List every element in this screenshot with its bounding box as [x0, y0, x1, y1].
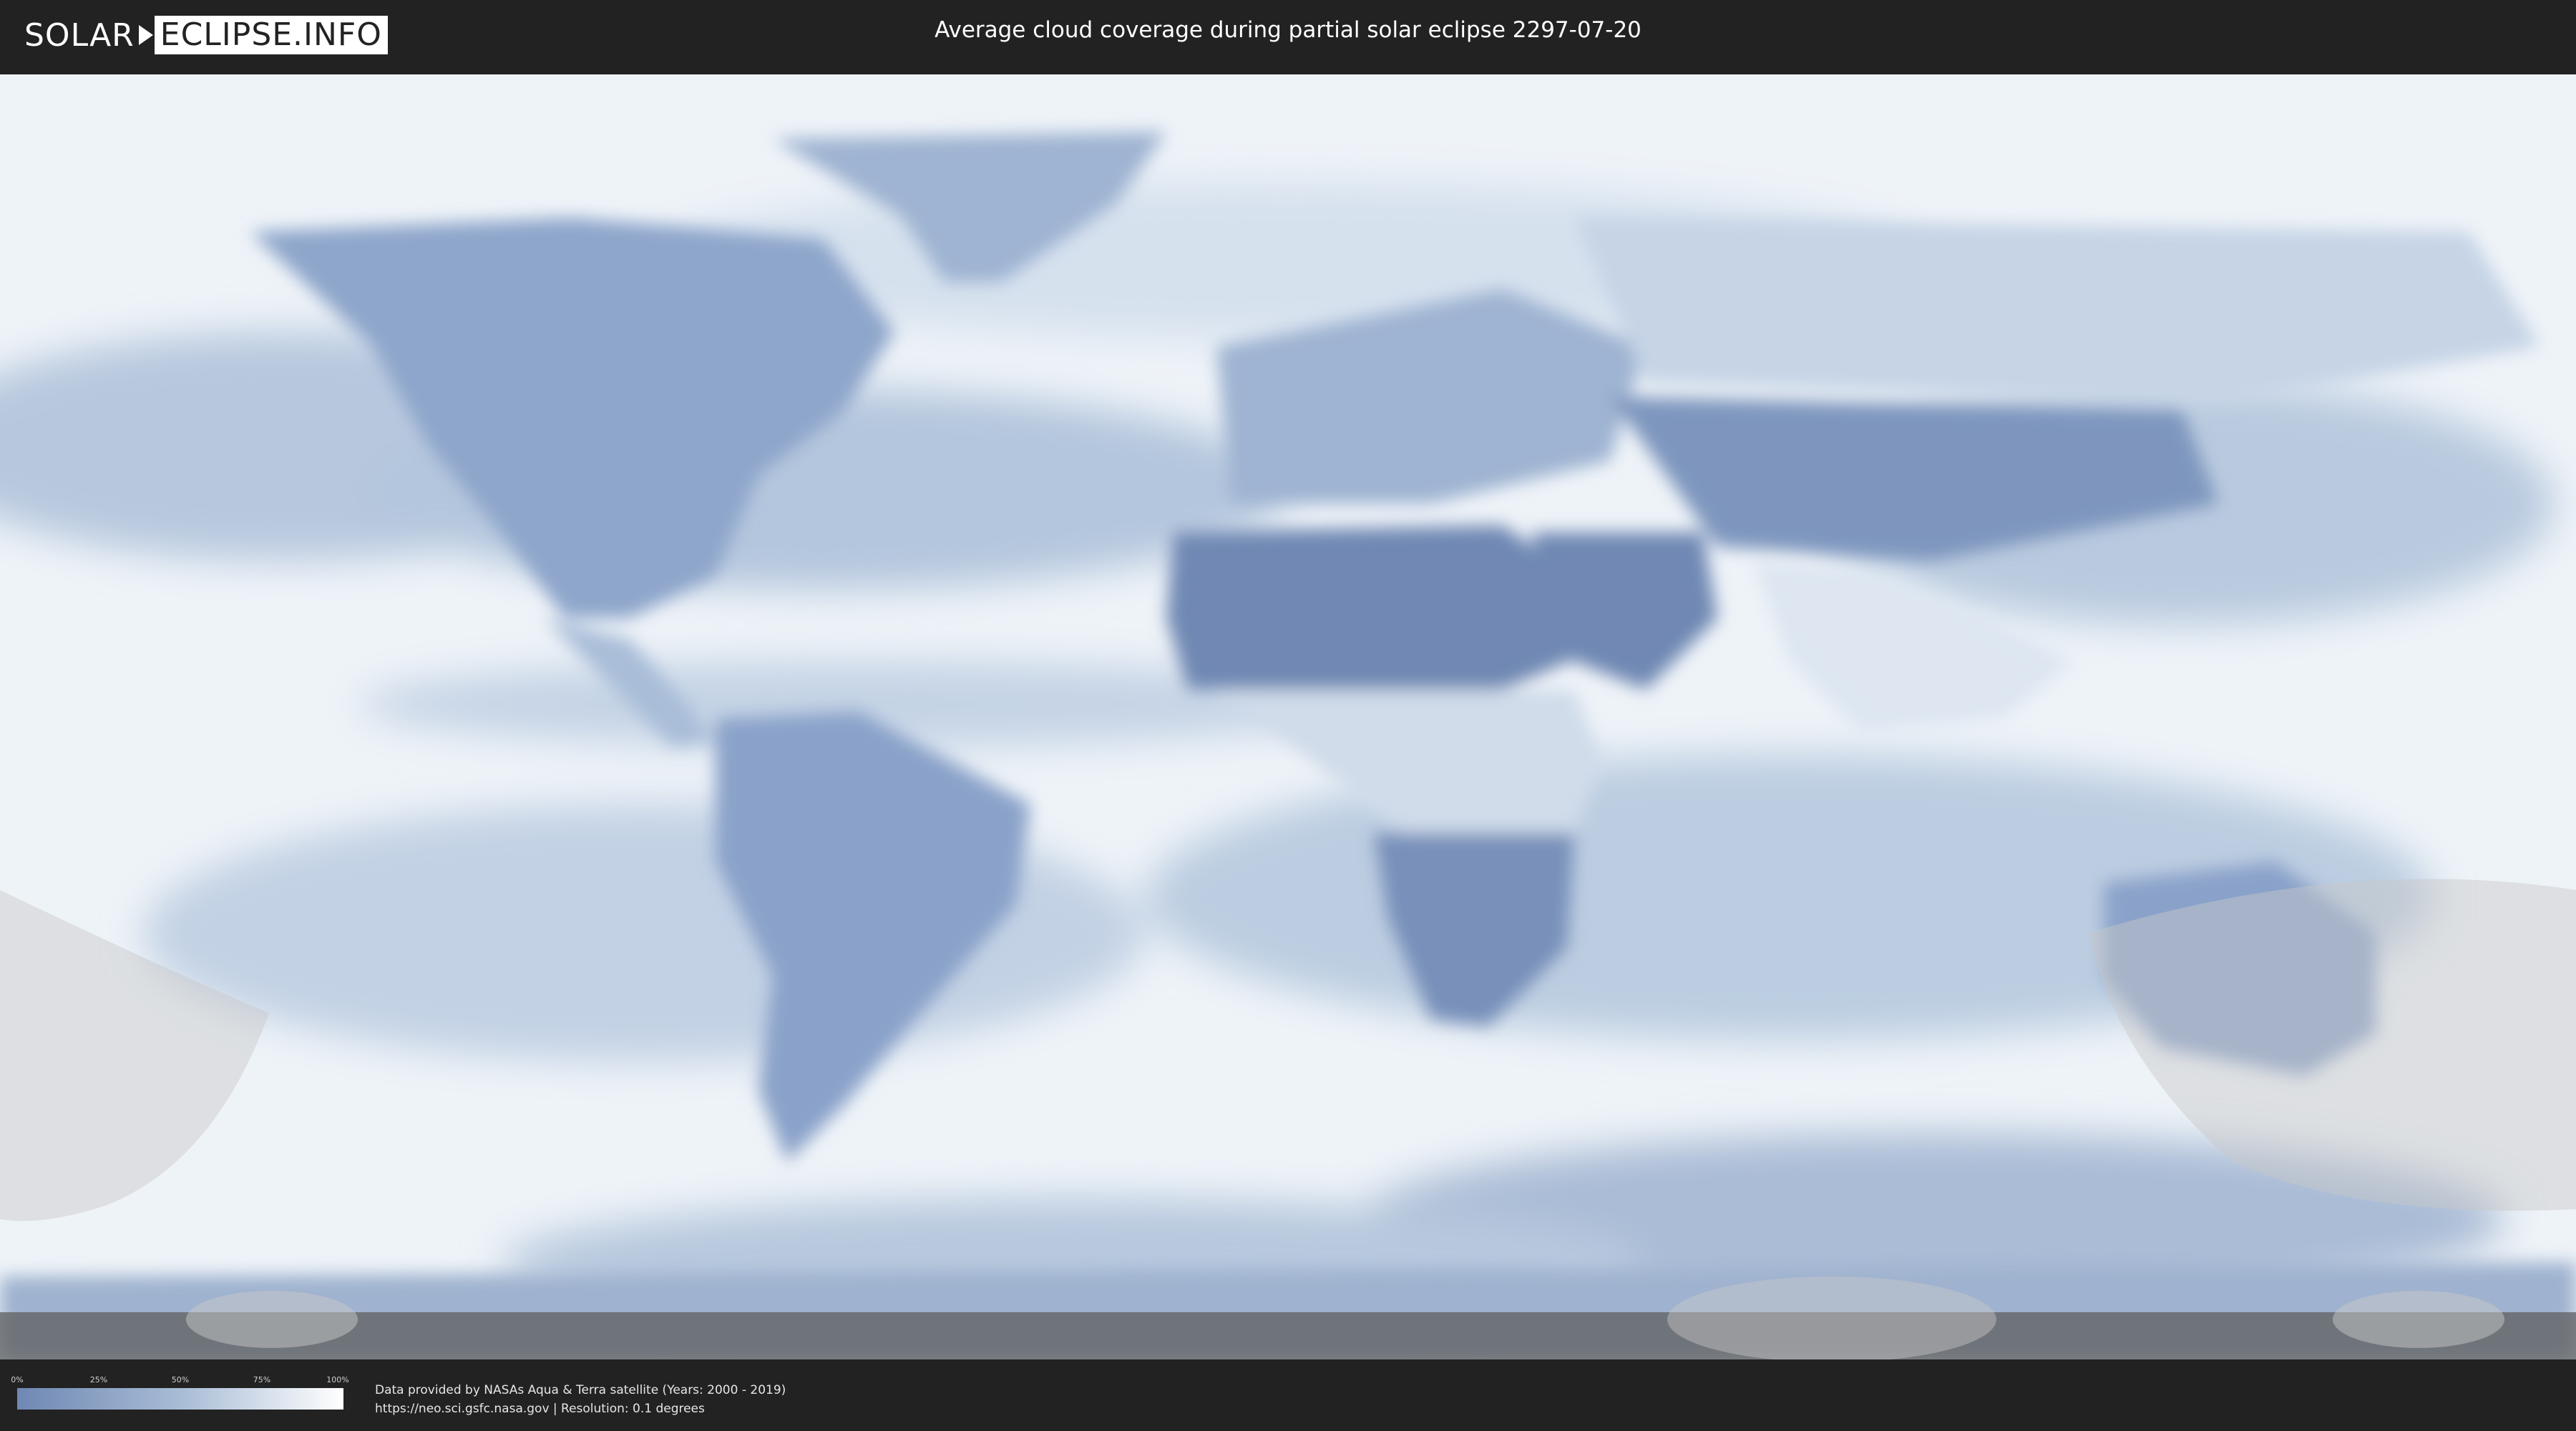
data-credits: Data provided by NASAs Aqua & Terra sate… — [375, 1381, 786, 1418]
header-bar: SOLAR ECLIPSE.INFO Average cloud coverag… — [0, 0, 2576, 72]
scale-tick-100: 100% — [326, 1375, 349, 1384]
scale-tick-labels: 0% 25% 50% 75% 100% — [11, 1375, 348, 1388]
cloud-coverage-map — [0, 74, 2576, 1359]
credit-line-url: https://neo.sci.gsfc.nasa.gov | Resoluti… — [375, 1402, 705, 1416]
eclipse-shadow-arc-3 — [2333, 1291, 2504, 1348]
page-title: Average cloud coverage during partial so… — [935, 17, 1641, 43]
scale-gradient-bar — [17, 1388, 343, 1410]
scale-tick-25: 25% — [89, 1375, 108, 1384]
eclipse-zone-south-polar — [0, 1312, 2576, 1359]
eclipse-shadow-arc-1 — [186, 1291, 358, 1348]
world-map-svg — [0, 74, 2576, 1359]
scale-tick-75: 75% — [253, 1375, 271, 1384]
eclipse-shadow-arc-2 — [1667, 1276, 1996, 1359]
footer-bar: 0% 25% 50% 75% 100% Data provided by NAS… — [0, 1359, 2576, 1431]
credit-line-source: Data provided by NASAs Aqua & Terra sate… — [375, 1383, 786, 1397]
scale-tick-0: 0% — [11, 1375, 24, 1384]
scale-tick-50: 50% — [171, 1375, 190, 1384]
coverage-scale-legend: 0% 25% 50% 75% 100% — [11, 1375, 349, 1410]
